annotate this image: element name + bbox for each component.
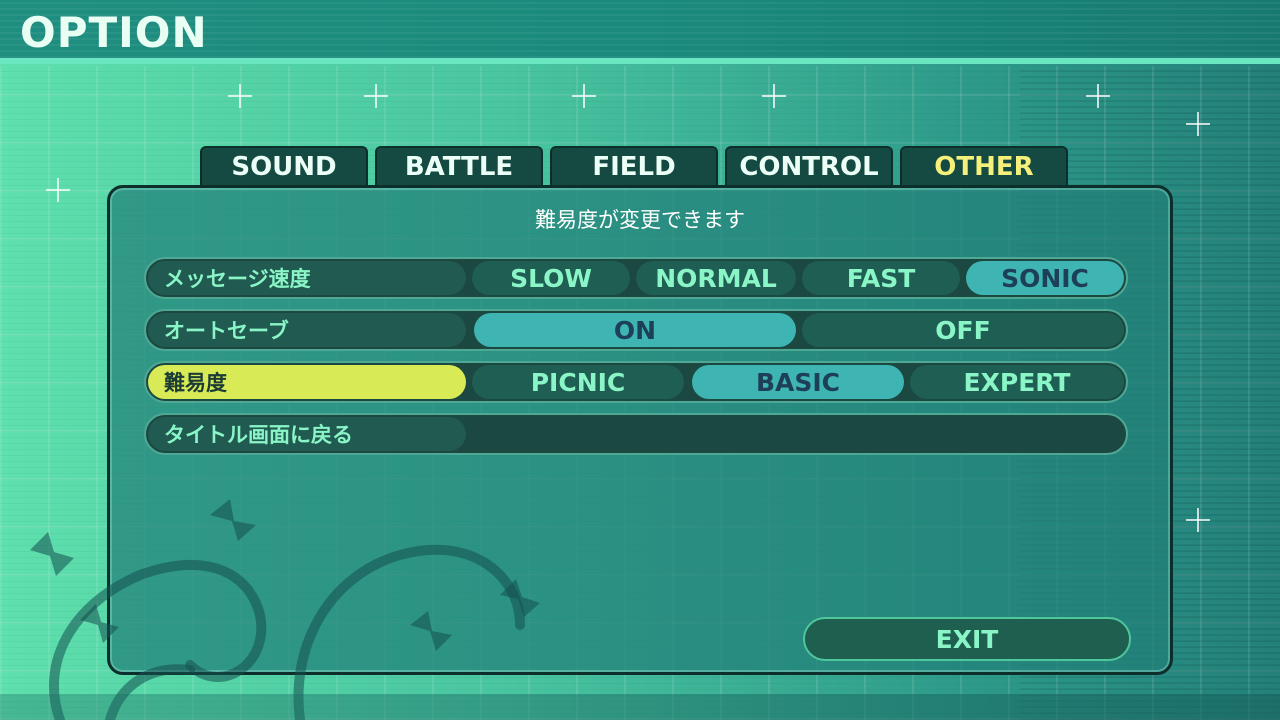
difficulty-label[interactable]: 難易度 (148, 365, 466, 399)
sparkle-icon (762, 84, 786, 108)
message-speed-slow-option[interactable]: SLOW (472, 261, 630, 295)
difficulty-picnic-option[interactable]: PICNIC (472, 365, 684, 399)
title-bar: OPTION (0, 0, 1280, 64)
tab-battle[interactable]: BATTLE (375, 146, 543, 186)
sparkle-icon (228, 84, 252, 108)
message-speed-fast-option[interactable]: FAST (802, 261, 960, 295)
vine-ornament (30, 499, 540, 720)
sparkle-icon (46, 178, 70, 202)
autosave-row: オートセーブ ON OFF (144, 309, 1128, 351)
sparkle-icon (1186, 508, 1210, 532)
sparkle-icon (1186, 112, 1210, 136)
sparkle-icon (1086, 84, 1110, 108)
message-speed-row: メッセージ速度 SLOW NORMAL FAST SONIC (144, 257, 1128, 299)
sparkle-icon (572, 84, 596, 108)
autosave-on-option[interactable]: ON (474, 313, 796, 347)
tab-other[interactable]: OTHER (900, 146, 1068, 186)
setting-description: 難易度が変更できます (535, 208, 745, 232)
return-to-title-label[interactable]: タイトル画面に戻る (148, 417, 466, 451)
autosave-off-option[interactable]: OFF (802, 313, 1124, 347)
autosave-label[interactable]: オートセーブ (148, 313, 466, 347)
difficulty-row: 難易度 PICNIC BASIC EXPERT (144, 361, 1128, 403)
difficulty-basic-option[interactable]: BASIC (692, 365, 904, 399)
return-to-title-row: タイトル画面に戻る (144, 413, 1128, 455)
exit-button[interactable]: EXIT (803, 617, 1131, 661)
bottom-band (0, 694, 1280, 720)
tab-sound[interactable]: SOUND (200, 146, 368, 186)
sparkle-icon (364, 84, 388, 108)
message-speed-label[interactable]: メッセージ速度 (148, 261, 466, 295)
difficulty-expert-option[interactable]: EXPERT (910, 365, 1124, 399)
tab-field[interactable]: FIELD (550, 146, 718, 186)
page-title: OPTION (20, 8, 208, 57)
message-speed-normal-option[interactable]: NORMAL (636, 261, 796, 295)
tab-bar: SOUND BATTLE FIELD CONTROL OTHER (200, 146, 1068, 186)
tab-control[interactable]: CONTROL (725, 146, 893, 186)
message-speed-sonic-option[interactable]: SONIC (966, 261, 1124, 295)
